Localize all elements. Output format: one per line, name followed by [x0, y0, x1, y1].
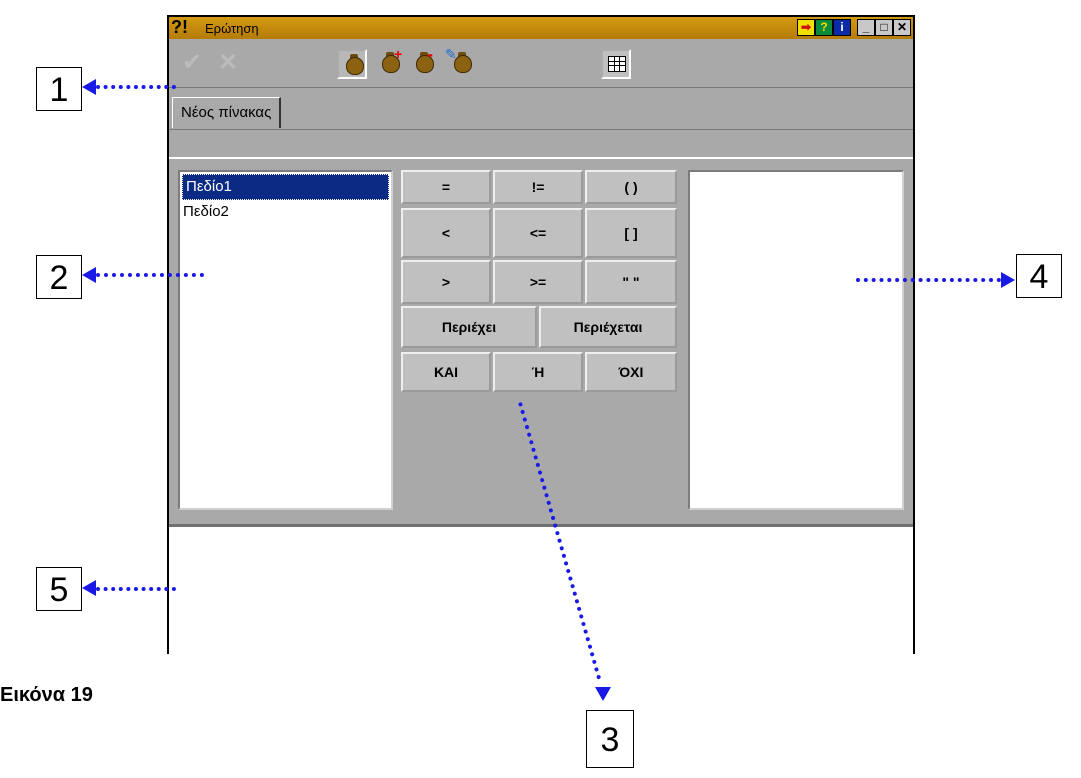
callout-arrow-4 — [1001, 272, 1015, 288]
callout-3: 3 — [586, 710, 634, 768]
callout-line-1 — [96, 85, 176, 89]
title-buttons: ➡ ? i _ □ ✕ — [797, 19, 911, 36]
window-title: Ερώτηση — [205, 21, 259, 36]
callout-arrow-3 — [595, 687, 611, 701]
criteria-list[interactable] — [688, 170, 904, 510]
query-text-area[interactable] — [169, 524, 913, 655]
callout-2: 2 — [36, 255, 82, 299]
less-equal-button[interactable]: <= — [493, 208, 583, 258]
callout-line-5 — [96, 587, 176, 591]
callout-5: 5 — [36, 567, 82, 611]
less-than-button[interactable]: < — [401, 208, 491, 258]
callout-1: 1 — [36, 67, 82, 111]
or-button[interactable]: Ή — [493, 352, 583, 392]
help-icon[interactable]: ? — [815, 19, 833, 36]
arrow-icon[interactable]: ➡ — [797, 19, 815, 36]
table-icon[interactable] — [601, 49, 631, 79]
minimize-button[interactable]: _ — [857, 19, 875, 36]
toolbar: ✔ ✕ + - ✎ — [169, 39, 913, 88]
quotes-button[interactable]: " " — [585, 260, 677, 304]
equals-button[interactable]: = — [401, 170, 491, 204]
parentheses-button[interactable]: ( ) — [585, 170, 677, 204]
title-bar[interactable]: ?! Ερώτηση ➡ ? i _ □ ✕ — [169, 17, 913, 39]
callout-line-4 — [856, 278, 1001, 282]
contained-in-button[interactable]: Περιέχεται — [539, 306, 677, 348]
callout-arrow-2 — [82, 267, 96, 283]
not-equals-button[interactable]: != — [493, 170, 583, 204]
callout-line-2 — [96, 273, 204, 277]
greater-equal-button[interactable]: >= — [493, 260, 583, 304]
and-button[interactable]: ΚΑΙ — [401, 352, 491, 392]
list-item[interactable]: Πεδίο2 — [180, 200, 391, 224]
info-icon[interactable]: i — [833, 19, 851, 36]
figure-caption: Εικόνα 19 — [0, 684, 93, 706]
not-button[interactable]: ΌΧΙ — [585, 352, 677, 392]
contains-button[interactable]: Περιέχει — [401, 306, 537, 348]
brackets-button[interactable]: [ ] — [585, 208, 677, 258]
tab-new-table[interactable]: Νέος πίνακας — [172, 97, 282, 128]
bag-icon[interactable] — [337, 49, 367, 79]
cross-icon[interactable]: ✕ — [213, 49, 243, 77]
callout-arrow-1 — [82, 79, 96, 95]
callout-arrow-5 — [82, 580, 96, 596]
app-mark: ?! — [171, 17, 188, 37]
bag-add-icon[interactable]: + — [375, 47, 405, 79]
greater-than-button[interactable]: > — [401, 260, 491, 304]
close-button[interactable]: ✕ — [893, 19, 911, 36]
maximize-button[interactable]: □ — [875, 19, 893, 36]
fields-list[interactable]: Πεδίο1 Πεδίο2 — [178, 170, 393, 510]
callout-4: 4 — [1016, 254, 1062, 298]
list-item[interactable]: Πεδίο1 — [182, 174, 389, 200]
bag-remove-icon[interactable]: - — [409, 45, 439, 79]
tab-strip: Νέος πίνακας — [169, 89, 913, 130]
bag-edit-icon[interactable]: ✎ — [445, 47, 475, 79]
check-icon[interactable]: ✔ — [177, 49, 207, 77]
query-window: ?! Ερώτηση ➡ ? i _ □ ✕ ✔ ✕ + - ✎ Νέος πί… — [167, 15, 915, 655]
